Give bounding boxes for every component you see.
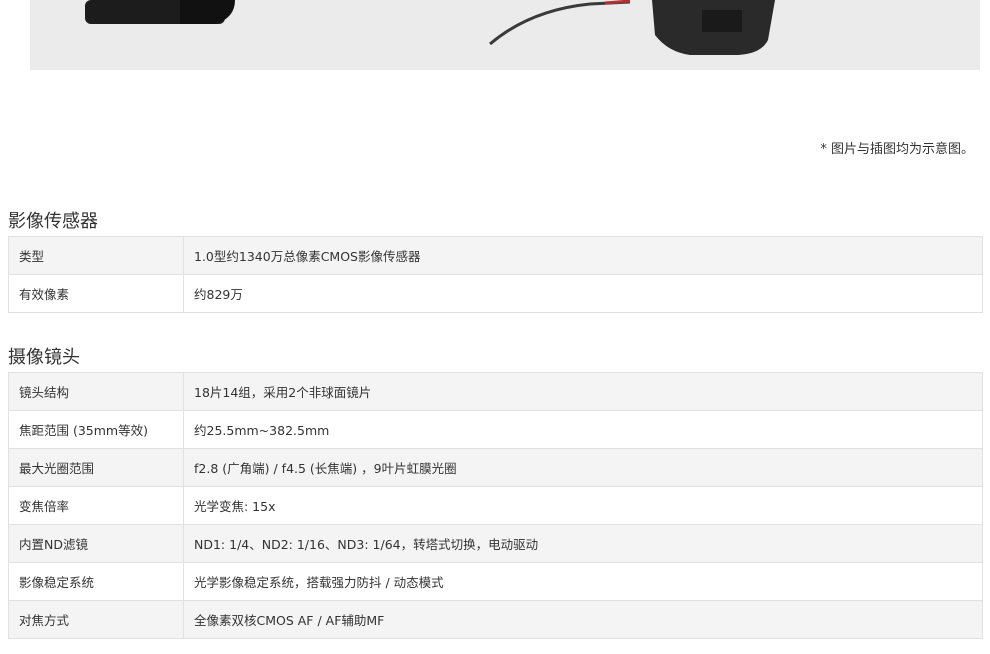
product-image-banner bbox=[30, 0, 980, 70]
spec-value: 全像素双核CMOS AF / AF辅助MF bbox=[183, 600, 983, 639]
spec-value: 光学影像稳定系统，搭载强力防抖 / 动态模式 bbox=[183, 562, 983, 601]
section-title-lens: 摄像镜头 bbox=[8, 347, 80, 368]
spec-label: 影像稳定系统 bbox=[8, 562, 184, 601]
spec-label: 变焦倍率 bbox=[8, 486, 184, 525]
spec-label: 对焦方式 bbox=[8, 600, 184, 639]
table-row: 焦距范围 (35mm等效) 约25.5mm~382.5mm bbox=[8, 410, 983, 449]
section-title-sensor: 影像传感器 bbox=[8, 211, 98, 232]
table-row: 内置ND滤镜 ND1: 1/4、ND2: 1/16、ND3: 1/64，转塔式切… bbox=[8, 524, 983, 563]
spec-value: 1.0型约1340万总像素CMOS影像传感器 bbox=[183, 236, 983, 275]
spec-value: 光学变焦: 15x bbox=[183, 486, 983, 525]
table-row: 最大光圈范围 f2.8 (广角端) / f4.5 (长焦端) ，9叶片虹膜光圈 bbox=[8, 448, 983, 487]
table-row: 有效像素 约829万 bbox=[8, 274, 983, 313]
spec-value: f2.8 (广角端) / f4.5 (长焦端) ，9叶片虹膜光圈 bbox=[183, 448, 983, 487]
spec-label: 有效像素 bbox=[8, 274, 184, 313]
table-row: 镜头结构 18片14组，采用2个非球面镜片 bbox=[8, 372, 983, 411]
spec-label: 类型 bbox=[8, 236, 184, 275]
image-disclaimer-note: * 图片与插图均为示意图。 bbox=[820, 142, 974, 157]
spec-value: 约829万 bbox=[183, 274, 983, 313]
camera-product-image bbox=[85, 0, 775, 56]
spec-value: 约25.5mm~382.5mm bbox=[183, 410, 983, 449]
spec-value: 18片14组，采用2个非球面镜片 bbox=[183, 372, 983, 411]
table-row: 对焦方式 全像素双核CMOS AF / AF辅助MF bbox=[8, 600, 983, 639]
spec-label: 内置ND滤镜 bbox=[8, 524, 184, 563]
spec-label: 焦距范围 (35mm等效) bbox=[8, 410, 184, 449]
spec-value: ND1: 1/4、ND2: 1/16、ND3: 1/64，转塔式切换，电动驱动 bbox=[183, 524, 983, 563]
spec-label: 镜头结构 bbox=[8, 372, 184, 411]
table-row: 影像稳定系统 光学影像稳定系统，搭载强力防抖 / 动态模式 bbox=[8, 562, 983, 601]
table-row: 类型 1.0型约1340万总像素CMOS影像传感器 bbox=[8, 236, 983, 275]
table-row: 变焦倍率 光学变焦: 15x bbox=[8, 486, 983, 525]
spec-table-lens: 镜头结构 18片14组，采用2个非球面镜片 焦距范围 (35mm等效) 约25.… bbox=[8, 372, 983, 639]
spec-label: 最大光圈范围 bbox=[8, 448, 184, 487]
spec-table-sensor: 类型 1.0型约1340万总像素CMOS影像传感器 有效像素 约829万 bbox=[8, 236, 983, 313]
